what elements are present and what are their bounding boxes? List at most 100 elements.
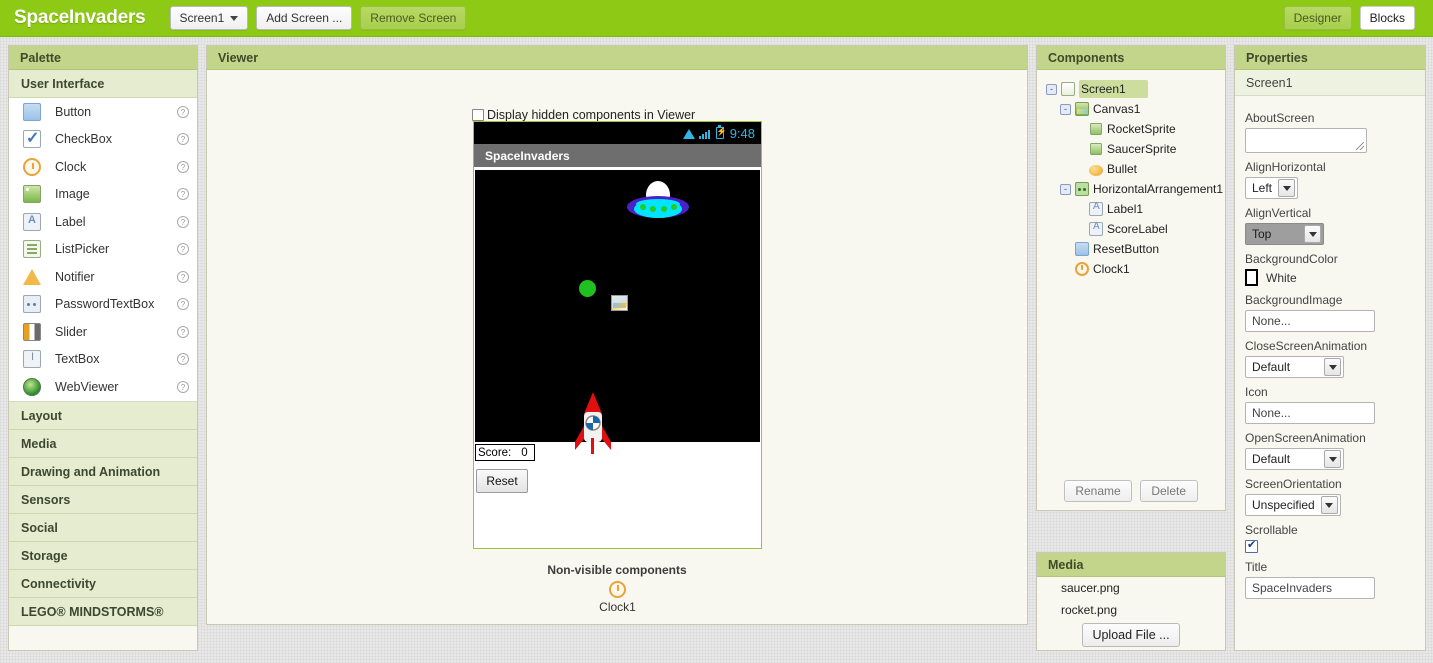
help-icon[interactable]: ? bbox=[177, 215, 189, 228]
alignvertical-select[interactable]: Top bbox=[1245, 223, 1324, 245]
help-icon[interactable]: ? bbox=[177, 325, 189, 338]
property-label-backgroundimage: BackgroundImage bbox=[1245, 293, 1343, 307]
property-label-title: Title bbox=[1245, 560, 1268, 574]
display-hidden-components-checkbox[interactable] bbox=[472, 109, 484, 121]
tree-node-label1[interactable]: Label1 bbox=[1046, 199, 1225, 219]
screenorientation-select[interactable]: Unspecified bbox=[1245, 494, 1341, 516]
palette-item-label: WebViewer bbox=[55, 379, 119, 394]
palette-category-user-interface[interactable]: User Interface bbox=[9, 70, 197, 98]
closescreenanimation-select[interactable]: Default bbox=[1245, 356, 1344, 378]
palette-item-webviewer[interactable]: WebViewer ? bbox=[9, 373, 197, 401]
rename-button[interactable]: Rename bbox=[1064, 480, 1132, 502]
designer-tab[interactable]: Designer bbox=[1283, 6, 1352, 30]
resetbutton-component[interactable]: Reset bbox=[476, 469, 528, 493]
remove-screen-button[interactable]: Remove Screen bbox=[360, 6, 467, 30]
tree-node-rocketsprite[interactable]: RocketSprite bbox=[1046, 119, 1225, 139]
palette-item-checkbox[interactable]: CheckBox ? bbox=[9, 126, 197, 154]
icon-input[interactable]: None... bbox=[1245, 402, 1375, 424]
backgroundimage-input[interactable]: None... bbox=[1245, 310, 1375, 332]
tree-node-bullet[interactable]: Bullet bbox=[1046, 159, 1225, 179]
display-hidden-components-label: Display hidden components in Viewer bbox=[487, 108, 696, 122]
palette-category-lego[interactable]: LEGO® MINDSTORMS® bbox=[9, 597, 197, 626]
palette-category-media[interactable]: Media bbox=[9, 429, 197, 458]
saucer-sprite[interactable] bbox=[625, 180, 691, 226]
palette-category-drawing[interactable]: Drawing and Animation bbox=[9, 457, 197, 486]
chevron-down-icon[interactable] bbox=[1324, 450, 1341, 468]
slider-icon bbox=[23, 322, 41, 341]
tree-node-resetbutton[interactable]: ResetButton bbox=[1046, 239, 1225, 259]
help-icon[interactable]: ? bbox=[177, 353, 189, 366]
palette-category-storage[interactable]: Storage bbox=[9, 541, 197, 570]
chevron-down-icon[interactable] bbox=[1278, 179, 1296, 197]
palette-item-passwordtextbox[interactable]: PasswordTextBox ? bbox=[9, 291, 197, 319]
help-icon[interactable]: ? bbox=[177, 298, 189, 311]
help-icon[interactable]: ? bbox=[177, 380, 189, 393]
palette-item-label[interactable]: Label ? bbox=[9, 208, 197, 236]
alignhorizontal-select[interactable]: Left bbox=[1245, 177, 1299, 199]
title-input[interactable]: SpaceInvaders bbox=[1245, 577, 1375, 599]
notifier-icon bbox=[23, 268, 41, 286]
palette-item-slider[interactable]: Slider ? bbox=[9, 318, 197, 346]
non-visible-component-clock1[interactable]: Clock1 bbox=[473, 581, 762, 614]
palette-item-listpicker[interactable]: ListPicker ? bbox=[9, 236, 197, 264]
bullet-sprite[interactable] bbox=[579, 280, 596, 297]
blocks-tab[interactable]: Blocks bbox=[1359, 6, 1415, 30]
scrollable-checkbox[interactable] bbox=[1245, 538, 1258, 553]
collapse-toggle-icon[interactable]: - bbox=[1060, 183, 1071, 195]
palette-category-social[interactable]: Social bbox=[9, 513, 197, 542]
sprite-placeholder-icon[interactable] bbox=[611, 295, 628, 311]
palette-item-notifier[interactable]: Notifier ? bbox=[9, 263, 197, 291]
tree-node-horizontalarrangement1[interactable]: - HorizontalArrangement1 bbox=[1046, 179, 1225, 199]
aboutscreen-textarea[interactable] bbox=[1245, 128, 1367, 153]
chevron-down-icon bbox=[230, 15, 239, 21]
tree-node-screen1[interactable]: - Screen1 bbox=[1046, 79, 1225, 99]
alignhorizontal-value: Left bbox=[1252, 181, 1273, 195]
collapse-toggle-icon[interactable]: - bbox=[1046, 83, 1057, 95]
tree-node-label: ScoreLabel bbox=[1107, 222, 1168, 236]
rocket-sprite[interactable] bbox=[572, 392, 614, 454]
palette-item-clock[interactable]: Clock ? bbox=[9, 153, 197, 181]
tree-node-scorelabel[interactable]: ScoreLabel bbox=[1046, 219, 1225, 239]
checkbox-icon bbox=[23, 128, 41, 149]
delete-button[interactable]: Delete bbox=[1139, 480, 1198, 502]
help-icon[interactable]: ? bbox=[177, 188, 189, 201]
palette-category-layout[interactable]: Layout bbox=[9, 401, 197, 430]
palette-item-button[interactable]: Button ? bbox=[9, 98, 197, 126]
tree-node-label: Clock1 bbox=[1093, 262, 1130, 276]
help-icon[interactable]: ? bbox=[177, 105, 189, 118]
media-file-rocket[interactable]: rocket.png bbox=[1037, 599, 1225, 621]
palette-item-label: Button bbox=[55, 104, 92, 119]
palette-item-label: Clock bbox=[55, 159, 87, 174]
color-swatch[interactable] bbox=[1245, 269, 1258, 286]
non-visible-components-title: Non-visible components bbox=[547, 563, 687, 577]
collapse-toggle-icon[interactable]: - bbox=[1060, 103, 1071, 115]
help-icon[interactable]: ? bbox=[177, 160, 189, 173]
palette-item-textbox[interactable]: TextBox ? bbox=[9, 346, 197, 374]
upload-file-button[interactable]: Upload File ... bbox=[1082, 623, 1180, 647]
tree-node-saucersprite[interactable]: SaucerSprite bbox=[1046, 139, 1225, 159]
screen-selector-label: Screen1 bbox=[179, 11, 225, 25]
help-icon[interactable]: ? bbox=[177, 243, 189, 256]
chevron-down-icon[interactable] bbox=[1324, 358, 1341, 376]
tree-node-canvas1[interactable]: - Canvas1 bbox=[1046, 99, 1225, 119]
palette-item-image[interactable]: Image ? bbox=[9, 181, 197, 209]
backgroundcolor-picker[interactable]: White bbox=[1245, 269, 1415, 286]
property-label-closescreenanimation: CloseScreenAnimation bbox=[1245, 339, 1368, 353]
add-screen-button[interactable]: Add Screen ... bbox=[256, 6, 353, 30]
horizontalarrangement1-component[interactable]: Score: 0 bbox=[475, 444, 535, 461]
chevron-down-icon[interactable] bbox=[1320, 496, 1338, 514]
display-hidden-components-row[interactable]: Display hidden components in Viewer bbox=[472, 108, 695, 122]
tree-node-label: RocketSprite bbox=[1107, 122, 1176, 136]
openscreenanimation-select[interactable]: Default bbox=[1245, 448, 1344, 470]
chevron-down-icon[interactable] bbox=[1304, 225, 1321, 243]
tree-node-clock1[interactable]: Clock1 bbox=[1046, 259, 1225, 279]
help-icon[interactable]: ? bbox=[177, 133, 189, 146]
palette-category-connectivity[interactable]: Connectivity bbox=[9, 569, 197, 598]
canvas1-component[interactable] bbox=[475, 170, 760, 454]
screen-selector-dropdown[interactable]: Screen1 bbox=[169, 6, 249, 30]
palette-category-sensors[interactable]: Sensors bbox=[9, 485, 197, 514]
help-icon[interactable]: ? bbox=[177, 270, 189, 283]
palette-item-label: ListPicker bbox=[55, 242, 110, 257]
tree-node-label: Bullet bbox=[1107, 162, 1138, 176]
media-file-saucer[interactable]: saucer.png bbox=[1037, 577, 1225, 599]
